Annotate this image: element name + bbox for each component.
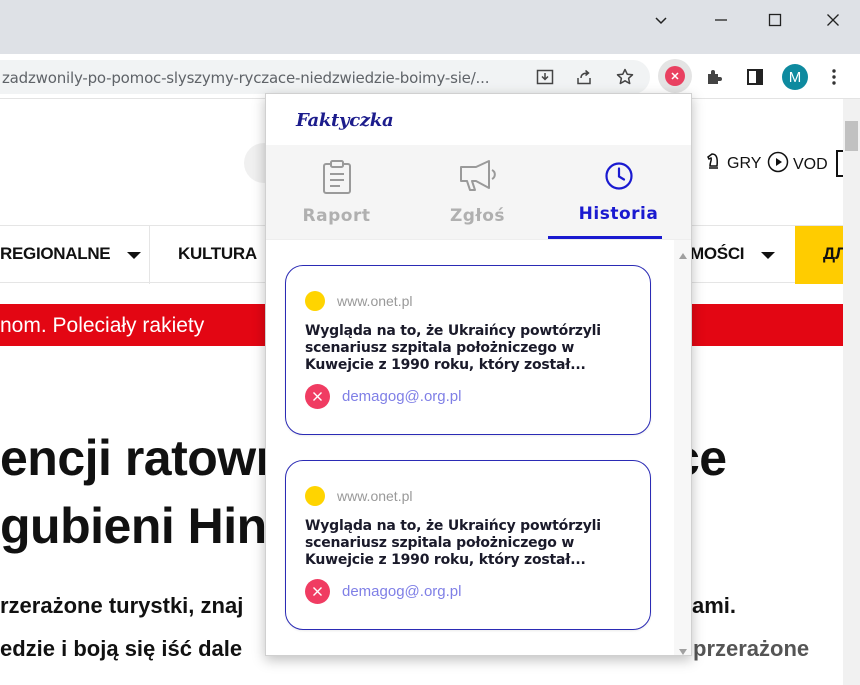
tab-historia[interactable]: Historia	[548, 145, 689, 239]
history-item[interactable]: www.onet.pl Wygląda na to, że Ukraińcy p…	[285, 265, 651, 435]
rating-dot	[305, 486, 325, 506]
browser-menu-icon[interactable]	[820, 63, 848, 91]
faktyczka-logo: Faktyczka	[296, 110, 394, 131]
nav-divider	[149, 226, 150, 284]
maximize-icon[interactable]	[763, 8, 787, 32]
popup-tabs: Raport Zgłoś Historia	[266, 145, 691, 239]
history-list: www.onet.pl Wygląda na to, że Ukraińcy p…	[266, 239, 691, 655]
close-window-icon[interactable]	[821, 8, 845, 32]
nav-news-label: MOŚCI	[690, 244, 745, 263]
rating-dot	[305, 291, 325, 311]
extension-popup: Faktyczka Raport Zgłoś Historia www.onet…	[265, 93, 692, 656]
nav-item-news[interactable]: MOŚCI	[690, 244, 775, 265]
lead-line1-right: ami.	[692, 593, 737, 618]
tab-raport-label: Raport	[302, 206, 371, 226]
article-headline-line2: gubieni Hin	[0, 497, 267, 555]
clipboard-icon	[321, 159, 353, 200]
side-panel-icon[interactable]	[741, 63, 769, 91]
tab-historia-label: Historia	[578, 204, 659, 224]
games-label: GRY	[727, 154, 762, 172]
megaphone-icon	[458, 159, 498, 198]
nav-regional-label: REGIONALNE	[0, 244, 111, 263]
nav-item-regional[interactable]: REGIONALNE	[0, 244, 141, 265]
clock-icon	[604, 161, 634, 196]
headline-line1-left: encji ratown	[0, 430, 286, 486]
history-item-title: Wygląda na to, że Ukraińcy powtórzyli sc…	[305, 323, 601, 373]
chevron-down-icon	[126, 245, 141, 265]
nav-culture-label: KULTURA	[178, 244, 257, 263]
scroll-down-arrow-icon[interactable]	[679, 642, 687, 655]
page-scroll-thumb[interactable]	[845, 121, 858, 151]
chevron-down-icon	[760, 245, 775, 265]
history-item-email[interactable]: demagog@.org.pl	[342, 388, 461, 405]
history-item-email[interactable]: demagog@.org.pl	[342, 583, 461, 600]
headline-line2-left: gubieni Hin	[0, 498, 267, 554]
address-url[interactable]: zadzwonily-po-pomoc-slyszymy-ryczace-nie…	[2, 69, 489, 87]
remove-icon[interactable]	[305, 579, 330, 604]
vod-label: VOD	[793, 155, 828, 173]
vod-link[interactable]: VOD	[767, 151, 828, 178]
scroll-up-arrow-icon[interactable]	[679, 246, 687, 264]
lead-line2-left: edzie i boją się iść dale	[0, 636, 243, 661]
lead-line1-left: rzerażone turystki, znaj	[0, 593, 244, 618]
ticker-text: nom. Poleciały rakiety	[0, 314, 205, 337]
tab-zglos[interactable]: Zgłoś	[407, 145, 548, 239]
article-lead-line1-right: ami.	[692, 593, 736, 619]
extensions-puzzle-icon[interactable]	[700, 63, 728, 91]
play-circle-icon	[767, 151, 789, 178]
history-item-domain: www.onet.pl	[337, 488, 413, 504]
article-lead-line2-right: przerażone	[693, 636, 809, 662]
lead-line2-right: przerażone	[693, 636, 810, 661]
share-icon[interactable]	[570, 63, 598, 91]
chess-knight-icon	[703, 151, 723, 176]
article-headline-line1: encji ratown	[0, 429, 286, 487]
remove-icon[interactable]	[305, 384, 330, 409]
games-link[interactable]: GRY	[703, 151, 761, 176]
tab-raport[interactable]: Raport	[266, 145, 407, 239]
active-extension-button[interactable]	[658, 59, 692, 93]
article-lead-line1: rzerażone turystki, znaj	[0, 593, 243, 619]
history-item[interactable]: www.onet.pl Wygląda na to, że Ukraińcy p…	[285, 460, 651, 630]
profile-avatar[interactable]: M	[782, 64, 808, 90]
install-app-icon[interactable]	[531, 63, 559, 91]
faktyczka-extension-icon	[665, 66, 685, 86]
tab-search-chevron-icon[interactable]	[649, 8, 673, 32]
popup-scrollbar[interactable]	[674, 240, 691, 655]
history-item-domain: www.onet.pl	[337, 293, 413, 309]
article-lead-line2: edzie i boją się iść dale	[0, 636, 242, 662]
minimize-icon[interactable]	[709, 8, 733, 32]
browser-titlebar	[0, 0, 860, 54]
bookmark-star-icon[interactable]	[611, 63, 639, 91]
history-item-title: Wygląda na to, że Ukraińcy powtórzyli sc…	[305, 518, 601, 568]
page-scrollbar[interactable]	[843, 99, 860, 685]
tab-zglos-label: Zgłoś	[449, 206, 506, 226]
popup-header: Faktyczka	[266, 94, 691, 145]
profile-initial: M	[788, 68, 802, 86]
nav-item-culture[interactable]: KULTURA	[178, 244, 257, 264]
